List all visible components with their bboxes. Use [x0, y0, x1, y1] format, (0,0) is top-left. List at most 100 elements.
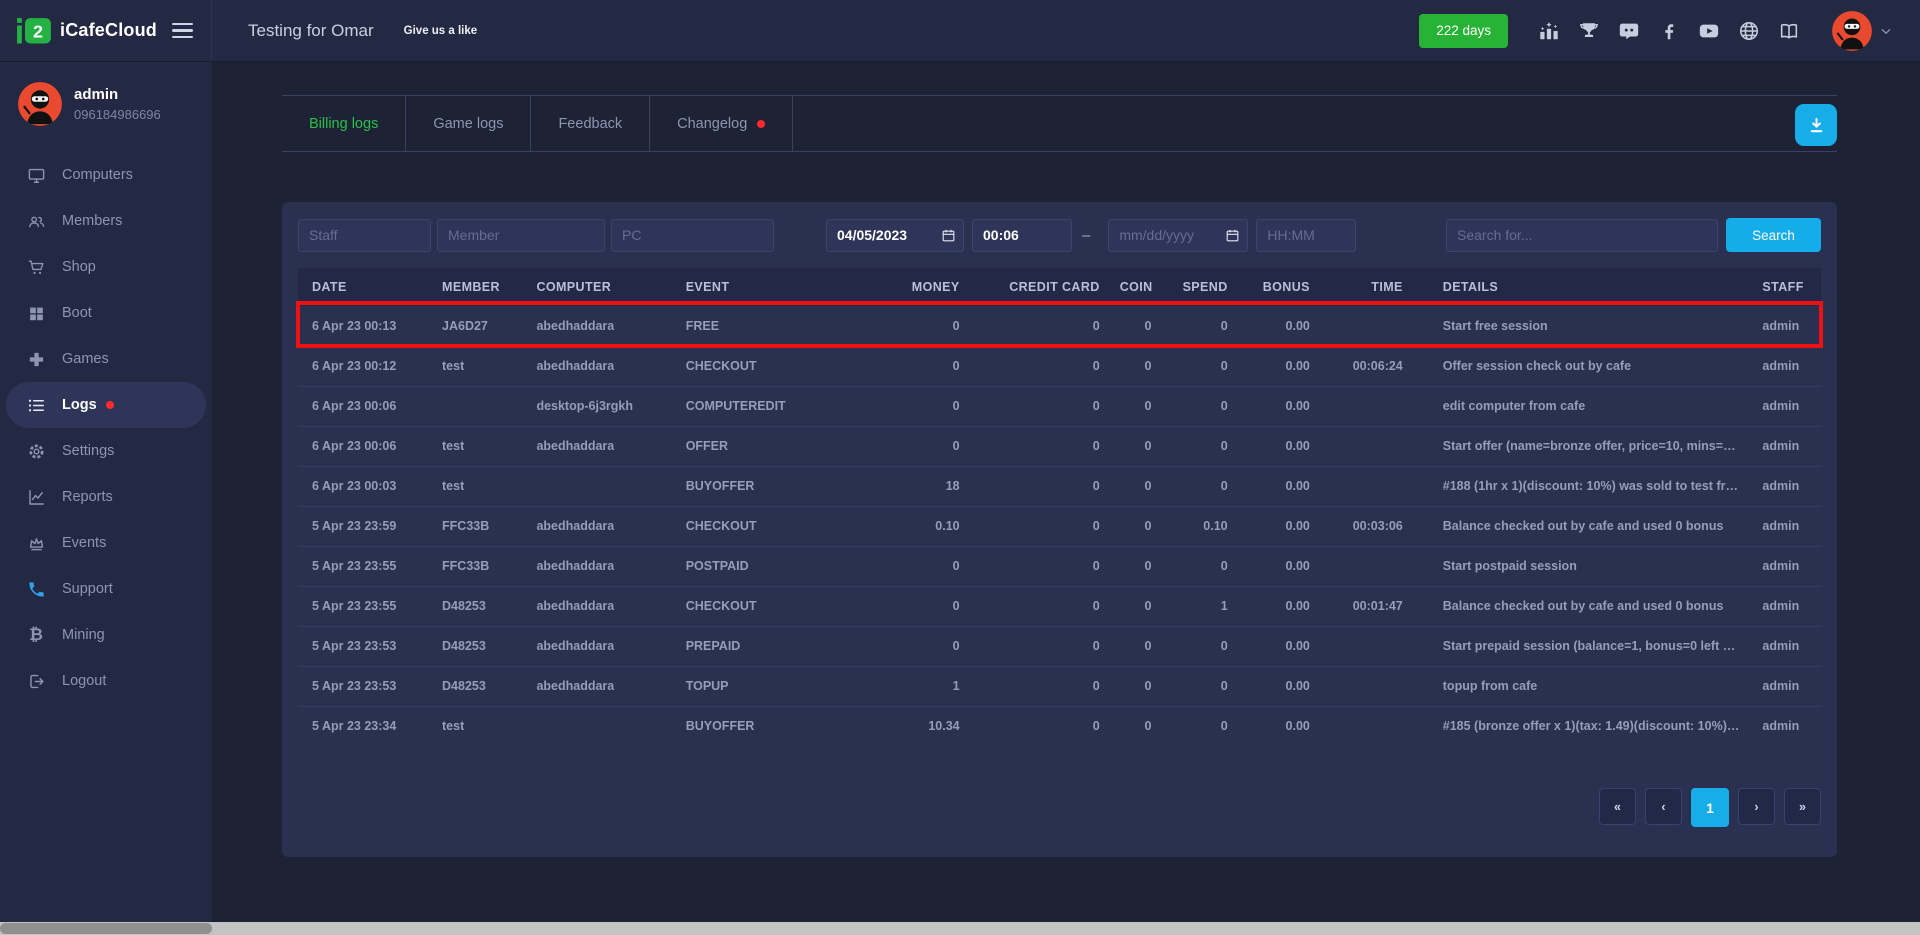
- sidebar-item-events[interactable]: Events: [0, 520, 212, 566]
- table-row[interactable]: 6 Apr 23 00:06testabedhaddaraOFFER00000.…: [298, 426, 1821, 466]
- cell-computer: abedhaddara: [526, 586, 675, 626]
- pc-filter-input[interactable]: [611, 219, 774, 252]
- billing-logs-card: – Search DATEMEMBERCOMPUTEREVENT: [282, 202, 1837, 857]
- cell-staff: admin: [1752, 306, 1821, 346]
- sidebar-item-logout[interactable]: Logout: [0, 658, 212, 704]
- cell-money: 1: [851, 666, 970, 706]
- cell-coin: 0: [1110, 546, 1162, 586]
- table-row[interactable]: 5 Apr 23 23:34testBUYOFFER10.340000.00#1…: [298, 706, 1821, 746]
- pagination-button[interactable]: »: [1784, 788, 1821, 825]
- staff-filter-input[interactable]: [298, 219, 431, 252]
- cell-member: D48253: [432, 626, 526, 666]
- sidebar-item-boot[interactable]: Boot: [0, 290, 212, 336]
- table-row[interactable]: 5 Apr 23 23:53D48253abedhaddaraPREPAID00…: [298, 626, 1821, 666]
- table-row[interactable]: 6 Apr 23 00:03testBUYOFFER180000.00#188 …: [298, 466, 1821, 506]
- pagination-button[interactable]: ›: [1738, 788, 1775, 825]
- chart-icon: [26, 487, 46, 507]
- cafe-title: Testing for Omar: [248, 21, 374, 41]
- youtube-icon[interactable]: [1696, 19, 1722, 43]
- cell-time: [1320, 466, 1413, 506]
- cell-event: CHECKOUT: [676, 586, 851, 626]
- cell-event: BUYOFFER: [676, 706, 851, 746]
- ranking-icon[interactable]: [1536, 19, 1562, 43]
- cell-credit_card: 0: [970, 306, 1110, 346]
- facebook-icon[interactable]: [1656, 19, 1682, 43]
- sidebar-item-settings[interactable]: Settings: [0, 428, 212, 474]
- cell-computer: [526, 466, 675, 506]
- column-header-date: DATE: [298, 268, 432, 306]
- table-row[interactable]: 6 Apr 23 00:06desktop-6j3rgkhCOMPUTEREDI…: [298, 386, 1821, 426]
- tabs-bar: Billing logs Game logs Feedback Changelo…: [282, 95, 1837, 152]
- table-row[interactable]: 5 Apr 23 23:55D48253abedhaddaraCHECKOUT0…: [298, 586, 1821, 626]
- cell-credit_card: 0: [970, 386, 1110, 426]
- sidebar-item-reports[interactable]: Reports: [0, 474, 212, 520]
- cell-details: Balance checked out by cafe and used 0 b…: [1413, 586, 1753, 626]
- give-us-a-like-link[interactable]: Give us a like: [404, 25, 478, 37]
- top-bar: 2 iCafeCloud Testing for Omar Give us a …: [0, 0, 1920, 62]
- table-row[interactable]: 6 Apr 23 00:12testabedhaddaraCHECKOUT000…: [298, 346, 1821, 386]
- user-name: admin: [74, 86, 161, 103]
- trophy-icon[interactable]: [1576, 19, 1602, 43]
- cell-details: #188 (1hr x 1)(discount: 10%) was sold t…: [1413, 466, 1753, 506]
- tab-feedback[interactable]: Feedback: [531, 96, 650, 151]
- tab-billing-logs[interactable]: Billing logs: [282, 96, 406, 151]
- phone-icon: [26, 579, 46, 599]
- cell-staff: admin: [1752, 626, 1821, 666]
- cell-computer: [526, 706, 675, 746]
- logs-notification-dot: [106, 401, 114, 409]
- menu-toggle-button[interactable]: [168, 19, 197, 43]
- user-menu-button[interactable]: [1832, 11, 1894, 51]
- gear-icon: [26, 441, 46, 461]
- cell-computer: abedhaddara: [526, 626, 675, 666]
- sidebar-item-logs[interactable]: Logs: [6, 382, 206, 428]
- pagination-button[interactable]: ‹: [1645, 788, 1682, 825]
- pagination-current-page[interactable]: 1: [1691, 788, 1729, 827]
- download-icon: [1806, 115, 1827, 136]
- calendar-icon[interactable]: [1225, 228, 1240, 243]
- download-button[interactable]: [1795, 104, 1837, 146]
- sidebar-item-games[interactable]: Games: [0, 336, 212, 382]
- member-filter-input[interactable]: [437, 219, 605, 252]
- search-button[interactable]: Search: [1726, 218, 1821, 252]
- table-row[interactable]: 5 Apr 23 23:59FFC33BabedhaddaraCHECKOUT0…: [298, 506, 1821, 546]
- cell-money: 0: [851, 426, 970, 466]
- crown-icon: [26, 533, 46, 553]
- brand-name: iCafeCloud: [60, 20, 157, 41]
- docs-icon[interactable]: [1776, 19, 1802, 43]
- time-from-input[interactable]: [972, 219, 1072, 252]
- cell-member: D48253: [432, 666, 526, 706]
- cell-event: POSTPAID: [676, 546, 851, 586]
- scrollbar-thumb[interactable]: [0, 923, 212, 934]
- bitcoin-icon: ₿: [26, 625, 46, 645]
- cell-money: 0.10: [851, 506, 970, 546]
- cell-time: [1320, 546, 1413, 586]
- cell-details: edit computer from cafe: [1413, 386, 1753, 426]
- sidebar-item-mining[interactable]: ₿Mining: [0, 612, 212, 658]
- sidebar-item-members[interactable]: Members: [0, 198, 212, 244]
- chevron-down-icon: [1878, 23, 1894, 39]
- calendar-icon[interactable]: [941, 228, 956, 243]
- table-row[interactable]: 6 Apr 23 00:13JA6D27abedhaddaraFREE00000…: [298, 306, 1821, 346]
- cell-bonus: 0.00: [1238, 426, 1320, 466]
- time-to-input[interactable]: [1256, 219, 1356, 252]
- sidebar-item-shop[interactable]: Shop: [0, 244, 212, 290]
- pagination-button[interactable]: «: [1599, 788, 1636, 825]
- table-row[interactable]: 5 Apr 23 23:55FFC33BabedhaddaraPOSTPAID0…: [298, 546, 1821, 586]
- days-remaining-badge[interactable]: 222 days: [1419, 14, 1508, 48]
- discord-icon[interactable]: [1616, 19, 1642, 43]
- globe-icon[interactable]: [1736, 19, 1762, 43]
- cell-event: CHECKOUT: [676, 506, 851, 546]
- sidebar-item-computers[interactable]: Computers: [0, 152, 212, 198]
- cell-credit_card: 0: [970, 546, 1110, 586]
- cell-bonus: 0.00: [1238, 586, 1320, 626]
- tab-game-logs[interactable]: Game logs: [406, 96, 531, 151]
- search-input[interactable]: [1446, 219, 1718, 252]
- cell-staff: admin: [1752, 426, 1821, 466]
- cell-coin: 0: [1110, 346, 1162, 386]
- horizontal-scrollbar[interactable]: [0, 922, 1920, 935]
- table-row[interactable]: 5 Apr 23 23:53D48253abedhaddaraTOPUP1000…: [298, 666, 1821, 706]
- sidebar-item-support[interactable]: Support: [0, 566, 212, 612]
- tab-changelog[interactable]: Changelog: [650, 96, 793, 151]
- cell-date: 6 Apr 23 00:03: [298, 466, 432, 506]
- cell-spend: 0: [1162, 666, 1238, 706]
